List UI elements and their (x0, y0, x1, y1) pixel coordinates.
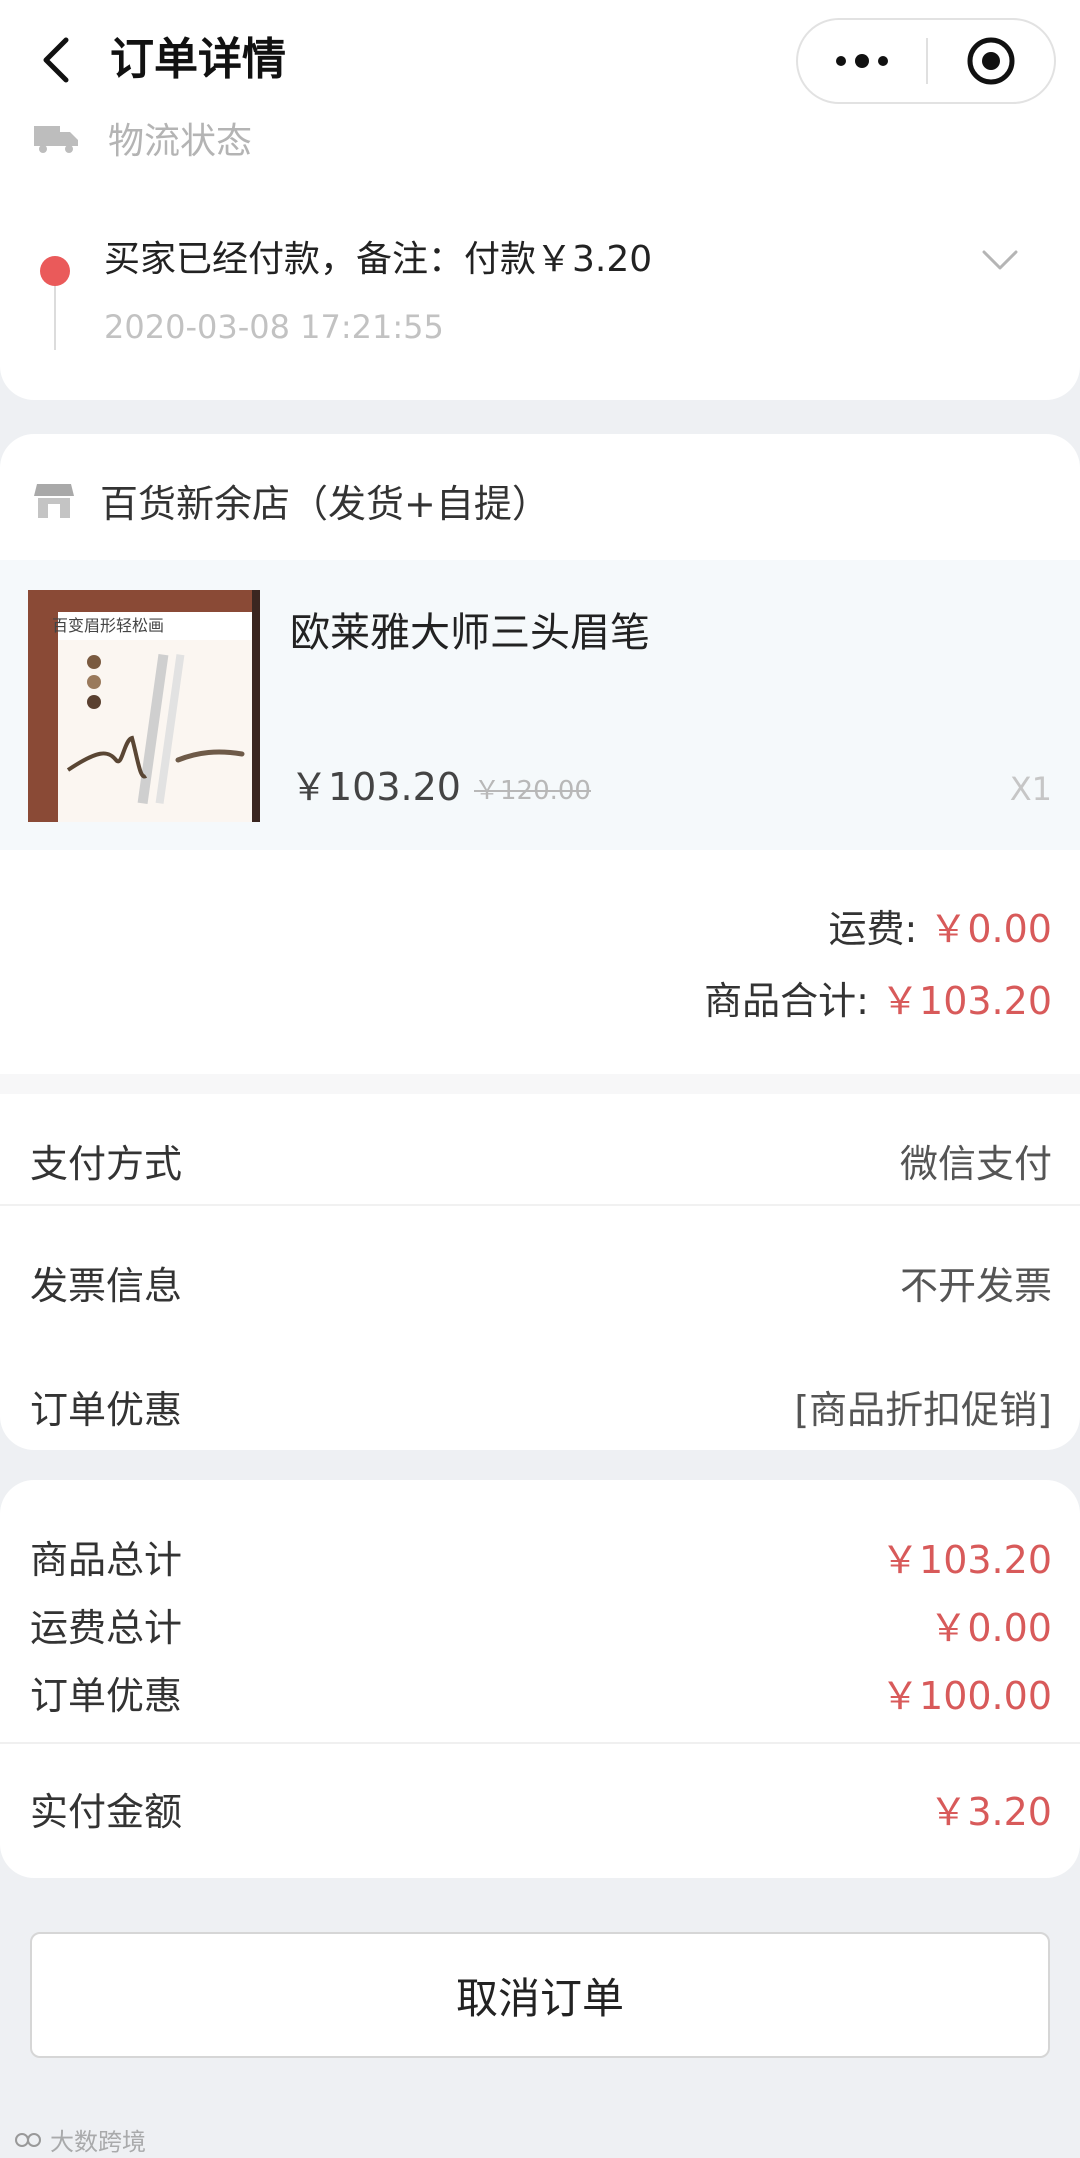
product-price: ￥103.20 (290, 765, 461, 809)
discount-total-row: 订单优惠 ￥100.00 (0, 1662, 1080, 1722)
page-title: 订单详情 (110, 34, 286, 85)
order-discount-value: [商品折扣促销] (794, 1387, 1052, 1432)
back-button[interactable] (30, 30, 80, 90)
discount-total-value: ￥100.00 (881, 1673, 1052, 1718)
logistics-status: 买家已经付款，备注：付款￥3.20 (104, 239, 653, 280)
chevron-left-icon (43, 37, 69, 83)
totals-card: 商品总计 ￥103.20 运费总计 ￥0.00 订单优惠 ￥100.00 实付金… (0, 1480, 1080, 1878)
invoice-value: 不开发票 (899, 1263, 1052, 1308)
shop-header[interactable]: 百货新余店（发货+自提） (34, 472, 550, 528)
amount-paid-label: 实付金额 (30, 1789, 183, 1834)
totals-divider (0, 1742, 1080, 1744)
shipping-fee-value: ￥0.00 (929, 907, 1052, 951)
product-quantity: X1 (1009, 770, 1052, 808)
goods-total-label: 商品总计 (30, 1537, 183, 1582)
subtotal-value: ￥103.20 (881, 979, 1052, 1023)
shipping-total-row: 运费总计 ￥0.00 (0, 1594, 1080, 1654)
shop-name: 百货新余店（发货+自提） (100, 481, 550, 526)
truck-icon (34, 126, 78, 153)
discount-total-label: 订单优惠 (30, 1673, 183, 1718)
logistics-header: 物流状态 (34, 114, 252, 162)
more-dots-icon (836, 54, 888, 68)
section-divider (0, 1074, 1080, 1094)
payment-method-value: 微信支付 (899, 1141, 1052, 1186)
row-divider (0, 1204, 1080, 1206)
logistics-time: 2020-03-08 17:21:55 (104, 308, 444, 346)
order-card: 百货新余店（发货+自提） 百变眉形轻松画 欧莱雅大师三头眉笔 ￥103.20 ￥… (0, 434, 1080, 1450)
shipping-total-label: 运费总计 (30, 1605, 183, 1650)
watermark-logo-icon (15, 2132, 41, 2147)
order-discount-row: 订单优惠 [商品折扣促销] (0, 1346, 1080, 1466)
product-image-caption: 百变眉形轻松画 (52, 616, 165, 635)
status-dot (40, 256, 70, 286)
subtotal-line: 商品合计: ￥103.20 (704, 970, 1052, 1025)
subtotal-label: 商品合计: (704, 979, 869, 1023)
goods-total-value: ￥103.20 (881, 1537, 1052, 1582)
amount-paid-value: ￥3.20 (929, 1789, 1052, 1834)
invoice-row: 发票信息 不开发票 (0, 1222, 1080, 1342)
more-button[interactable] (798, 20, 926, 102)
invoice-label: 发票信息 (30, 1263, 183, 1308)
store-icon (34, 484, 74, 518)
order-discount-label: 订单优惠 (30, 1387, 183, 1432)
target-close-icon (967, 37, 1015, 85)
mini-program-capsule (796, 18, 1056, 104)
close-mini-program-button[interactable] (928, 20, 1054, 102)
product-name[interactable]: 欧莱雅大师三头眉笔 (290, 600, 650, 658)
payment-method-row: 支付方式 微信支付 (0, 1100, 1080, 1220)
shipping-fee-label: 运费: (828, 907, 918, 951)
watermark-text: 大数跨境 (50, 2128, 146, 2156)
chevron-down-icon[interactable] (980, 248, 1020, 272)
logistics-card[interactable]: 物流状态 买家已经付款，备注：付款￥3.20 2020-03-08 17:21:… (0, 100, 1080, 400)
payment-method-label: 支付方式 (30, 1141, 183, 1186)
nav-bar: 订单详情 (0, 0, 1080, 120)
product-row[interactable]: 百变眉形轻松画 欧莱雅大师三头眉笔 ￥103.20 ￥120.00 X1 (0, 560, 1080, 850)
cancel-order-button[interactable]: 取消订单 (30, 1932, 1050, 2058)
watermark: 大数跨境 (14, 2122, 146, 2157)
product-original-price: ￥120.00 (474, 776, 591, 806)
shipping-total-value: ￥0.00 (929, 1605, 1052, 1650)
timeline-line (54, 286, 56, 350)
amount-paid-row: 实付金额 ￥3.20 (0, 1778, 1080, 1838)
goods-total-row: 商品总计 ￥103.20 (0, 1526, 1080, 1586)
shipping-fee-line: 运费: ￥0.00 (828, 898, 1052, 953)
